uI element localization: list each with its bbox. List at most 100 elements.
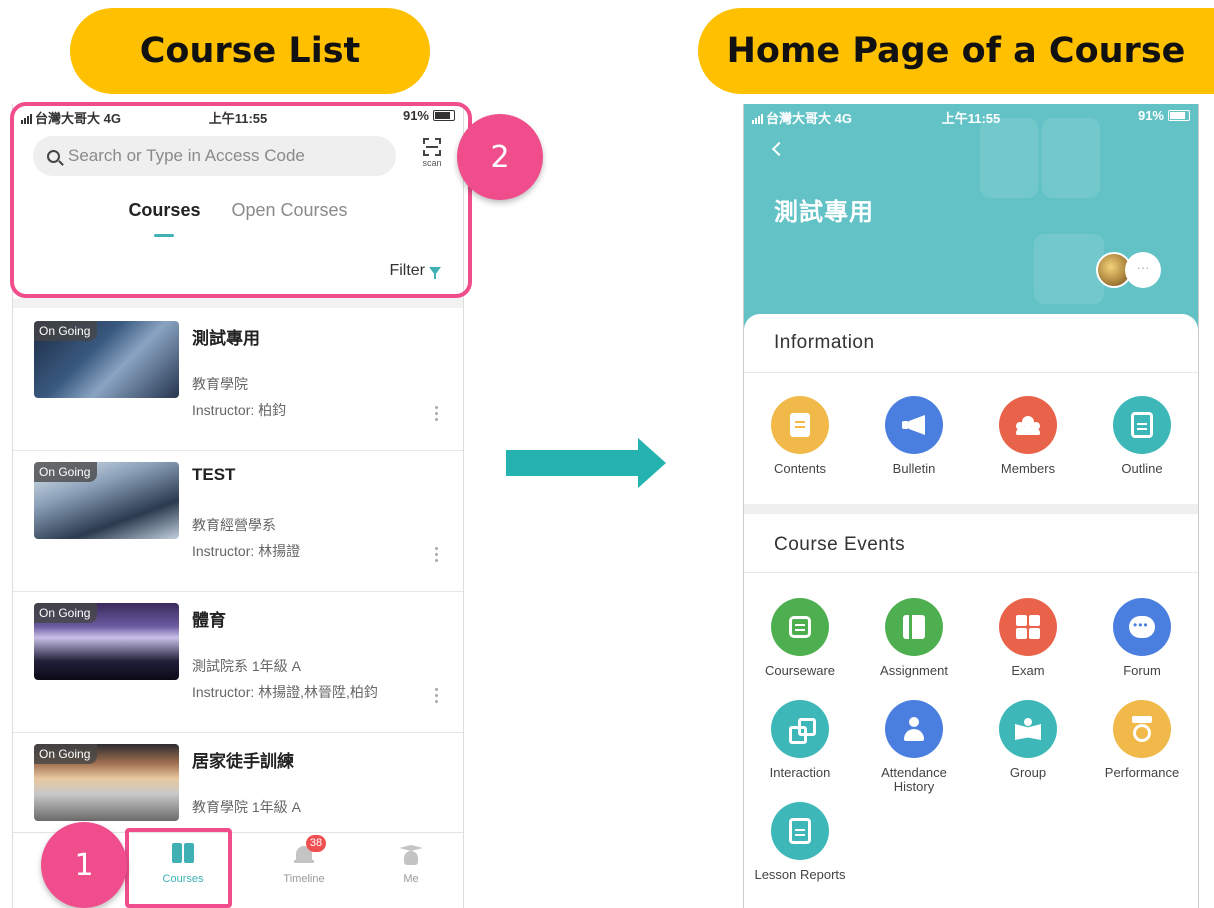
right-arrow-icon	[506, 438, 666, 488]
scan-label: scan	[422, 158, 442, 168]
menu-label: Contents	[773, 461, 827, 476]
menu-label: Exam	[1011, 663, 1045, 678]
calculator-icon	[999, 598, 1057, 656]
scan-icon	[423, 138, 441, 156]
course-list-title: Course List	[70, 8, 430, 94]
menu-label: Attendance History	[881, 765, 947, 794]
more-options-icon[interactable]	[435, 406, 439, 424]
menu-courseware[interactable]: Courseware	[744, 598, 856, 678]
course-home-title: Home Page of a Course	[698, 8, 1214, 94]
battery-icon	[433, 110, 455, 121]
battery-icon	[1168, 110, 1190, 121]
course-thumbnail: On Going	[34, 321, 179, 398]
notification-count-badge: 38	[306, 835, 326, 852]
list-separator	[13, 298, 463, 308]
status-time: 上午11:55	[208, 111, 268, 126]
course-thumbnail: On Going	[34, 603, 179, 680]
tab-open-courses[interactable]: Open Courses	[231, 200, 347, 221]
course-title: 體育	[192, 611, 226, 630]
filter-button[interactable]: Filter	[389, 262, 441, 280]
course-home-sheet: Information Contents Bulletin Members Ou…	[744, 314, 1198, 908]
course-item[interactable]: On Going 測試專用 教育學院 Instructor: 柏鈞	[13, 310, 463, 451]
course-name: 測試專用	[774, 199, 874, 226]
chat-bubble-icon	[1113, 598, 1171, 656]
menu-label: Performance	[1104, 765, 1180, 780]
course-department: 教育學院	[192, 376, 248, 392]
menu-label: Bulletin	[892, 461, 936, 476]
course-department: 教育經營學系	[192, 517, 276, 533]
course-instructor: Instructor: 林揚證,林晉陞,柏鈞	[192, 684, 378, 700]
search-bar[interactable]	[33, 136, 396, 176]
menu-interaction[interactable]: Interaction	[744, 700, 856, 780]
menu-assignment[interactable]: Assignment	[858, 598, 970, 678]
more-members-button[interactable]: ···	[1125, 252, 1161, 288]
group-icon	[999, 700, 1057, 758]
menu-bulletin[interactable]: Bulletin	[858, 396, 970, 476]
course-thumbnail: On Going	[34, 744, 179, 821]
clipboard-icon	[1113, 396, 1171, 454]
interaction-icon	[771, 700, 829, 758]
status-badge: On Going	[34, 603, 98, 623]
course-tabs: Courses Open Courses	[13, 200, 463, 237]
course-item[interactable]: On Going 體育 測試院系 1年級 A Instructor: 林揚證,林…	[13, 592, 463, 733]
course-title: 居家徒手訓練	[192, 752, 294, 771]
menu-label: Lesson Reports	[754, 867, 846, 882]
nav-courses[interactable]: Courses	[138, 843, 228, 885]
course-instructor: Instructor: 柏鈞	[192, 402, 287, 418]
courseware-icon	[771, 598, 829, 656]
course-department: 測試院系 1年級 A	[192, 658, 301, 674]
nav-me-label: Me	[403, 873, 419, 885]
report-icon	[771, 802, 829, 860]
graduate-icon	[399, 843, 423, 865]
tab-courses[interactable]: Courses	[128, 200, 200, 237]
course-events-heading: Course Events	[774, 534, 906, 555]
menu-lesson-reports[interactable]: Lesson Reports	[744, 802, 856, 882]
course-title: 測試專用	[192, 329, 260, 348]
search-icon	[47, 149, 60, 163]
course-item[interactable]: On Going TEST 教育經營學系 Instructor: 林揚證	[13, 451, 463, 592]
back-chevron-icon[interactable]	[771, 141, 787, 157]
course-department: 教育學院 1年級 A	[192, 799, 301, 815]
menu-attendance-history[interactable]: Attendance History	[858, 700, 970, 794]
document-icon	[771, 396, 829, 454]
status-badge: On Going	[34, 321, 98, 341]
menu-label: Group	[1009, 765, 1047, 780]
step-badge-2: 2	[457, 114, 543, 200]
information-heading: Information	[774, 332, 875, 353]
status-bar: 台灣大哥大 4G 上午11:55 91%	[13, 104, 463, 128]
book-icon	[171, 843, 195, 865]
course-header: 台灣大哥大 4G 上午11:55 91% 測試專用 ···	[744, 104, 1198, 334]
medal-icon	[1113, 700, 1171, 758]
course-home-screen: 台灣大哥大 4G 上午11:55 91% 測試專用 ··· Informatio…	[743, 104, 1199, 908]
attendance-icon	[885, 700, 943, 758]
menu-performance[interactable]: Performance	[1086, 700, 1198, 780]
menu-label: Interaction	[769, 765, 831, 780]
menu-contents[interactable]: Contents	[744, 396, 856, 476]
assignment-icon	[885, 598, 943, 656]
menu-members[interactable]: Members	[972, 396, 1084, 476]
course-instructor: Instructor: 林揚證	[192, 543, 301, 559]
scan-button[interactable]: scan	[417, 138, 447, 178]
course-list: On Going 測試專用 教育學院 Instructor: 柏鈞 On Goi…	[13, 310, 463, 874]
megaphone-icon	[885, 396, 943, 454]
search-input[interactable]	[68, 146, 368, 166]
course-title: TEST	[192, 465, 236, 484]
filter-icon	[429, 267, 441, 279]
filter-label: Filter	[389, 262, 425, 279]
status-battery: 91%	[403, 108, 455, 123]
nav-timeline[interactable]: 38 Timeline	[259, 835, 349, 885]
menu-outline[interactable]: Outline	[1086, 396, 1198, 476]
more-options-icon[interactable]	[435, 547, 439, 565]
menu-exam[interactable]: Exam	[972, 598, 1084, 678]
menu-label: Forum	[1123, 663, 1161, 678]
status-bar: 台灣大哥大 4G 上午11:55 91%	[744, 104, 1198, 128]
more-options-icon[interactable]	[435, 688, 439, 706]
people-icon	[999, 396, 1057, 454]
menu-label: Members	[1000, 461, 1056, 476]
nav-me[interactable]: Me	[366, 843, 456, 885]
status-battery: 91%	[1138, 108, 1190, 123]
menu-forum[interactable]: Forum	[1086, 598, 1198, 678]
menu-label: Outline	[1121, 461, 1163, 476]
menu-group[interactable]: Group	[972, 700, 1084, 780]
nav-timeline-label: Timeline	[283, 873, 325, 885]
